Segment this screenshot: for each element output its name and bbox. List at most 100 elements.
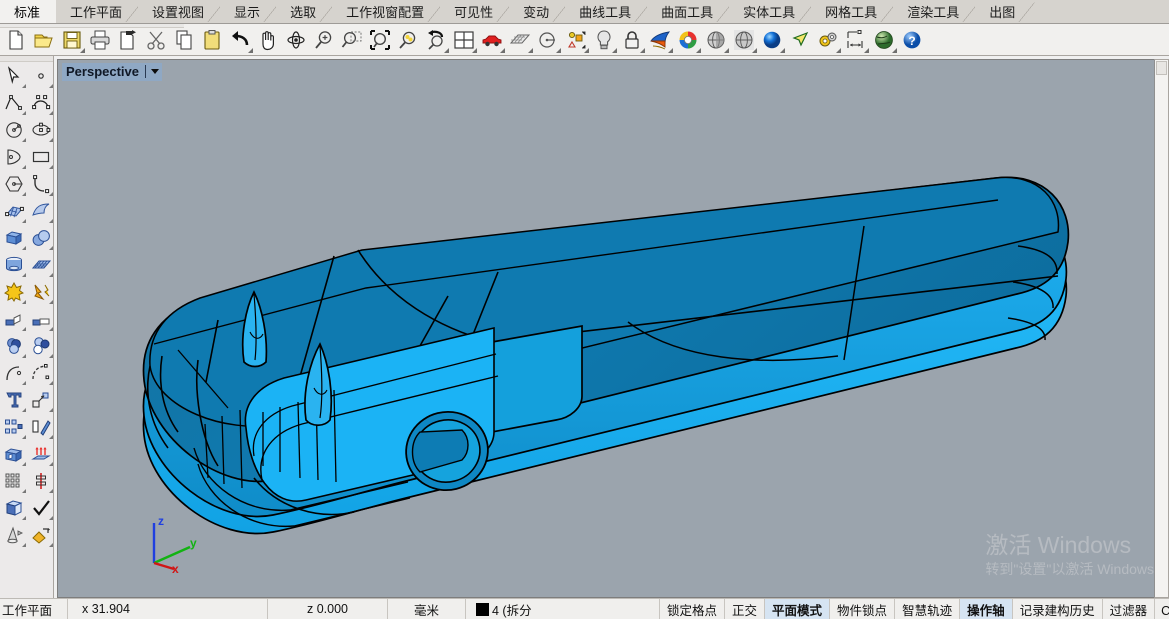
- polyline-icon[interactable]: [0, 89, 27, 116]
- tab-chutu[interactable]: 出图: [975, 0, 1031, 23]
- extrude-solid-icon[interactable]: [0, 440, 27, 467]
- boolean-union-icon[interactable]: [0, 332, 27, 359]
- check-mark-icon[interactable]: [27, 494, 54, 521]
- tab-biandong[interactable]: 变动: [509, 0, 565, 23]
- open-folder-icon[interactable]: [30, 26, 58, 54]
- circle-arc-icon[interactable]: [0, 143, 27, 170]
- arc-icon[interactable]: [0, 116, 27, 143]
- new-file-icon[interactable]: [2, 26, 30, 54]
- cone-icon[interactable]: [0, 521, 27, 548]
- layer-color-swatch[interactable]: [476, 603, 489, 616]
- mirror-icon[interactable]: [27, 413, 54, 440]
- fillet-curve-icon[interactable]: [27, 359, 54, 386]
- scrollbar-thumb[interactable]: [1156, 61, 1167, 75]
- tab-kejianxing[interactable]: 可见性: [440, 0, 509, 23]
- tab-qumiangongju[interactable]: 曲面工具: [647, 0, 729, 23]
- tab-gongzuoshichuangpeizhi[interactable]: 工作视窗配置: [332, 0, 440, 23]
- tab-xuanqu[interactable]: 选取: [276, 0, 332, 23]
- tab-xuanrangongju[interactable]: 渲染工具: [893, 0, 975, 23]
- boolean-split-icon[interactable]: [27, 278, 54, 305]
- zoom-extents-icon[interactable]: [366, 26, 394, 54]
- tab-quxiangongju[interactable]: 曲线工具: [565, 0, 647, 23]
- status-toggle-osnap[interactable]: 物件锁点: [830, 599, 895, 619]
- status-toggle-snap-grid[interactable]: 锁定格点: [660, 599, 725, 619]
- extrude-surface-icon[interactable]: [27, 440, 54, 467]
- boolean-difference-icon[interactable]: [27, 332, 54, 359]
- curve-control-points-icon[interactable]: [27, 89, 54, 116]
- rendered-sphere-icon[interactable]: [758, 26, 786, 54]
- text-tool-icon[interactable]: [0, 386, 27, 413]
- status-toggle-smarttrack[interactable]: 智慧轨迹: [895, 599, 960, 619]
- polygon-icon[interactable]: [0, 170, 27, 197]
- status-toggle-planar[interactable]: 平面模式: [765, 599, 830, 619]
- curve-fillet-icon[interactable]: [27, 170, 54, 197]
- help-icon[interactable]: ?: [898, 26, 926, 54]
- ellipse-icon[interactable]: [27, 116, 54, 143]
- dimension-icon[interactable]: [842, 26, 870, 54]
- zoom-window-icon[interactable]: [338, 26, 366, 54]
- tab-shezhishitu[interactable]: 设置视图: [138, 0, 220, 23]
- surface-from-curves-icon[interactable]: [0, 197, 27, 224]
- paste-clipboard-icon[interactable]: [198, 26, 226, 54]
- render-car-icon[interactable]: [478, 26, 506, 54]
- color-wheel-icon[interactable]: [674, 26, 702, 54]
- viewport-layout-icon[interactable]: [450, 26, 478, 54]
- analysis-icon[interactable]: [27, 467, 54, 494]
- tab-shitigongju[interactable]: 实体工具: [729, 0, 811, 23]
- array-icon[interactable]: [0, 413, 27, 440]
- status-toggle-filter[interactable]: 过滤器: [1103, 599, 1156, 619]
- explode-star-icon[interactable]: [0, 278, 27, 305]
- point-icon[interactable]: [27, 62, 54, 89]
- rotate-view-icon[interactable]: [282, 26, 310, 54]
- render-material-icon[interactable]: [27, 521, 54, 548]
- light-bulb-icon[interactable]: [590, 26, 618, 54]
- viewport-title[interactable]: Perspective: [62, 63, 162, 81]
- chevron-down-icon[interactable]: [151, 69, 159, 74]
- select-arrow-icon[interactable]: [0, 62, 27, 89]
- tab-wanggegongju[interactable]: 网格工具: [811, 0, 893, 23]
- circle-center-icon[interactable]: [534, 26, 562, 54]
- scale-icon[interactable]: [27, 386, 54, 413]
- status-cplane[interactable]: 工作平面: [0, 599, 68, 619]
- offset-curve-icon[interactable]: [0, 359, 27, 386]
- undo-arrow-icon[interactable]: [226, 26, 254, 54]
- wireframe-sphere-icon[interactable]: [702, 26, 730, 54]
- pan-hand-icon[interactable]: [254, 26, 282, 54]
- grid-array-icon[interactable]: [0, 467, 27, 494]
- status-toggle-record-history[interactable]: 记录建构历史: [1013, 599, 1103, 619]
- select-arrow-icon[interactable]: [786, 26, 814, 54]
- trim-icon[interactable]: [0, 305, 27, 332]
- grid-shade-icon[interactable]: [506, 26, 534, 54]
- cut-scissors-icon[interactable]: [142, 26, 170, 54]
- tab-xianshi[interactable]: 显示: [220, 0, 276, 23]
- split-icon[interactable]: [27, 305, 54, 332]
- print-icon[interactable]: [86, 26, 114, 54]
- surface-shade-icon[interactable]: [646, 26, 674, 54]
- globe-render-icon[interactable]: [870, 26, 898, 54]
- box-icon[interactable]: [0, 224, 27, 251]
- lock-icon[interactable]: [618, 26, 646, 54]
- surface-grid-icon[interactable]: [27, 251, 54, 278]
- status-layer[interactable]: 4 (拆分: [466, 599, 660, 619]
- object-props-icon[interactable]: [562, 26, 590, 54]
- status-units[interactable]: 毫米: [388, 599, 466, 619]
- status-toggle-ortho[interactable]: 正交: [725, 599, 765, 619]
- status-toggle-gumball[interactable]: 操作轴: [960, 599, 1013, 619]
- viewport-vertical-scrollbar[interactable]: [1154, 59, 1169, 598]
- tab-gongzuopingmian[interactable]: 工作平面: [56, 0, 138, 23]
- tab-biaozhun[interactable]: 标准: [0, 0, 56, 23]
- copy-icon[interactable]: [170, 26, 198, 54]
- cylinder-icon[interactable]: [0, 251, 27, 278]
- save-icon[interactable]: [58, 26, 86, 54]
- perspective-viewport[interactable]: Perspective: [57, 59, 1154, 598]
- ghosted-sphere-icon[interactable]: [730, 26, 758, 54]
- rectangle-icon[interactable]: [27, 143, 54, 170]
- zoom-selected-icon[interactable]: [394, 26, 422, 54]
- sphere-boolean-icon[interactable]: [27, 224, 54, 251]
- export-icon[interactable]: [114, 26, 142, 54]
- zoom-previous-icon[interactable]: [422, 26, 450, 54]
- zoom-in-icon[interactable]: [310, 26, 338, 54]
- sweep-surface-icon[interactable]: [27, 197, 54, 224]
- layer-icon[interactable]: [0, 494, 27, 521]
- options-gear-icon[interactable]: [814, 26, 842, 54]
